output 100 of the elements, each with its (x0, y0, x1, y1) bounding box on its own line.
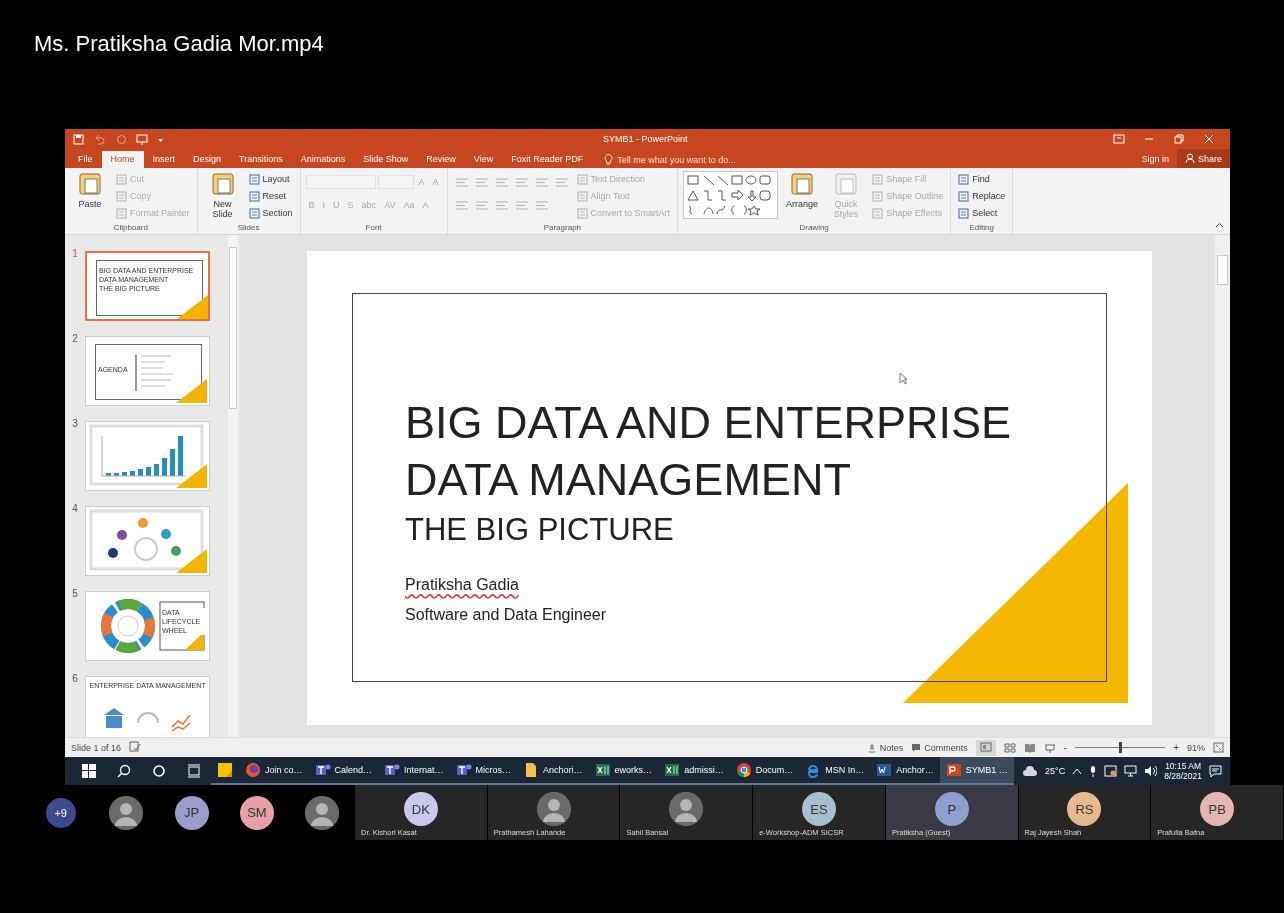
participant-avatar: ES (802, 792, 836, 826)
teams-icon (455, 762, 472, 778)
more-participants-badge[interactable]: +9 (45, 797, 76, 828)
ribbon-tab[interactable]: Foxit Reader PDF (502, 151, 593, 168)
scrollbar[interactable] (228, 235, 238, 737)
ribbon-button[interactable]: Arrange (782, 171, 823, 209)
notes-icon (866, 742, 877, 753)
author-name: Pratiksha Gadia (405, 576, 519, 594)
teams-icon (384, 762, 401, 778)
chevron-up-icon[interactable] (1072, 767, 1083, 775)
reading-view-icon[interactable] (1023, 742, 1036, 753)
microphone-icon[interactable] (1089, 764, 1098, 778)
slideshow-icon[interactable] (136, 133, 148, 145)
normal-view-icon[interactable] (979, 741, 992, 752)
tool-icon (248, 190, 260, 202)
ribbon-tab[interactable]: Review (417, 151, 465, 168)
corner-triangle-drawing (177, 295, 208, 319)
author-role: Software and Data Engineer (405, 606, 607, 624)
tray-app-icon[interactable] (1104, 765, 1118, 777)
excel-icon (594, 762, 611, 778)
slide-number: 6 (71, 672, 79, 686)
ribbon-tab[interactable]: Transitions (230, 151, 292, 168)
ribbon-tab[interactable]: Design (184, 151, 231, 168)
slide-counter: Slide 1 of 16 (71, 742, 122, 753)
speaker-icon[interactable] (1144, 765, 1158, 777)
slide-number: 4 (71, 502, 79, 516)
excel-icon (664, 762, 681, 778)
tell-me-search[interactable]: Tell me what you want to do... (598, 151, 742, 168)
sign-in-link[interactable]: Sign in (1133, 153, 1177, 164)
bullet-list-drawing (135, 354, 174, 392)
slide-number: 5 (71, 587, 79, 601)
tool-icon (116, 173, 127, 185)
tool-icon (576, 207, 588, 219)
comments-button[interactable]: Comments (911, 742, 968, 753)
tool-icon (576, 173, 588, 185)
slideshow-icon[interactable] (1043, 742, 1056, 753)
zoom-slider-thumb[interactable] (1119, 742, 1123, 753)
ribbon-button[interactable]: Replace (956, 188, 1008, 204)
ribbon-tab[interactable]: Slide Show (354, 151, 418, 168)
zoom-in-button[interactable]: + (1173, 742, 1179, 753)
corner-triangle-drawing (176, 379, 207, 403)
network-icon[interactable] (1124, 765, 1138, 777)
participant-avatar: SM (239, 795, 274, 830)
window-title: SYMB1 - PowerPoint (602, 134, 689, 144)
word-icon (876, 762, 893, 778)
ribbon-display-icon (1113, 134, 1125, 144)
slide-number: 1 (71, 247, 79, 261)
tool-icon (958, 173, 970, 185)
tool-icon (116, 207, 127, 219)
fit-to-window-icon[interactable] (1213, 742, 1224, 753)
ribbon-button[interactable]: Section (246, 205, 295, 221)
notes-button[interactable]: Notes (866, 742, 904, 753)
ribbon-tab[interactable]: Animations (291, 151, 355, 168)
group-label: Slides (236, 222, 261, 234)
ribbon-button[interactable]: Reset (246, 188, 295, 204)
taskbar-app-button[interactable]: Join co… (239, 757, 309, 785)
slide-sorter-icon[interactable] (1003, 742, 1016, 753)
ribbon-button[interactable]: Layout (246, 171, 295, 187)
notifications-icon[interactable] (1209, 764, 1222, 778)
taskbar-app-button[interactable]: SYMB1 … (939, 757, 1014, 785)
ribbon-button[interactable]: Paste (70, 171, 110, 209)
zoom-level[interactable]: 91% (1187, 742, 1205, 753)
ribbon-tab[interactable]: View (464, 151, 503, 168)
tool-icon (789, 171, 816, 197)
video-title: Ms. Pratiksha Gadia Mor.mp4 (33, 30, 325, 58)
save-icon[interactable] (73, 133, 84, 145)
zoom-out-button[interactable]: - (1063, 742, 1068, 753)
group-label: Clipboard (112, 222, 149, 234)
chrome-icon (735, 762, 752, 778)
temperature[interactable]: 25°C (1045, 766, 1066, 776)
slide-number: 3 (71, 417, 79, 431)
ribbon-button[interactable]: Find (956, 171, 1008, 187)
avatar-photo (109, 795, 144, 830)
avatar-photo (669, 792, 704, 826)
group-label: Font (364, 222, 383, 234)
clock-date[interactable]: 8/28/2021 (1164, 771, 1202, 781)
spell-check-icon[interactable] (129, 741, 142, 752)
tool-icon (872, 207, 884, 219)
ribbon-tab[interactable]: Home (101, 151, 144, 168)
tool-icon (958, 207, 970, 219)
ribbon-button[interactable]: Select (956, 205, 1008, 221)
avatar-photo (536, 792, 571, 826)
teams-icon (314, 762, 331, 778)
group-label: Editing (968, 222, 995, 234)
share-button[interactable]: Share (1176, 149, 1230, 168)
ribbon-tab[interactable]: File (69, 151, 102, 168)
avatar-photo (305, 795, 340, 830)
collapse-ribbon-icon[interactable] (1215, 222, 1224, 228)
tool-icon (248, 173, 260, 185)
shapes-gallery[interactable] (683, 171, 779, 219)
group-label: Drawing (798, 222, 830, 234)
powerpoint-icon (945, 762, 962, 778)
participant-avatar: RS (1067, 792, 1102, 826)
clock-time[interactable]: 10:15 AM (1165, 761, 1202, 771)
search-icon (116, 764, 131, 778)
ribbon-tab[interactable]: Insert (143, 151, 185, 168)
lightbulb-icon (604, 154, 614, 165)
ribbon-button[interactable]: New Slide (202, 171, 243, 219)
cloud-icon (1022, 765, 1039, 777)
undo-icon[interactable] (93, 133, 107, 145)
